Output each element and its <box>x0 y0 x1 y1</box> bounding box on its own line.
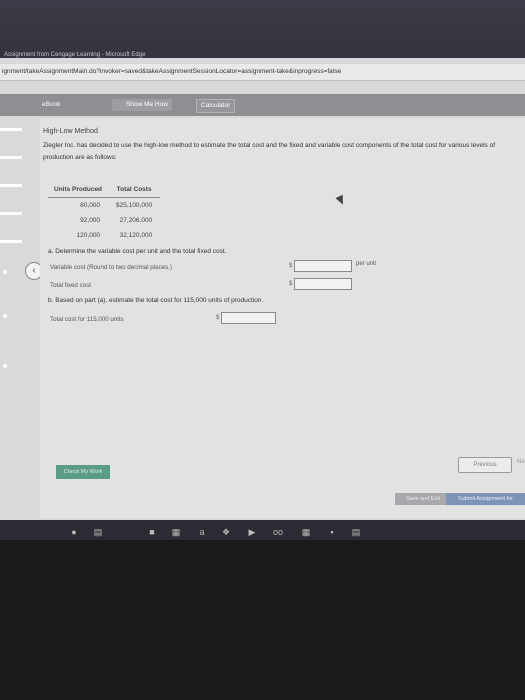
sidebar-dot[interactable] <box>3 270 7 274</box>
taskbar-app-icon[interactable]: ■ <box>146 526 158 538</box>
problem-text: Ziegler Inc. has decided to use the high… <box>43 142 496 161</box>
variable-cost-input[interactable] <box>294 260 352 272</box>
dollar-sign: $ <box>289 263 293 269</box>
calculator-button[interactable]: Calculator <box>196 99 236 113</box>
units-cell: 92,000 <box>80 217 101 224</box>
fixed-cost-label: Total fixed cost <box>50 282 91 289</box>
taskbar-amazon-icon[interactable]: a <box>196 526 208 538</box>
cost-cell: $25,100,000 <box>116 202 153 209</box>
taskbar-grid-icon[interactable]: ▦ <box>300 526 312 538</box>
taskbar-pin-icon[interactable]: ● <box>68 526 80 538</box>
assignment-toolbar: eBook Show Me How Calculator <box>0 94 525 116</box>
total-cost-input[interactable] <box>221 312 276 324</box>
taskbar-arrow-icon[interactable]: ▶ <box>246 526 258 538</box>
units-cell: 120,000 <box>76 232 101 239</box>
table-header-units: Units Produced <box>48 182 109 198</box>
table-header-costs: Total Costs <box>108 182 161 198</box>
question-sidebar <box>0 116 26 416</box>
taskbar-store-icon[interactable]: ▦ <box>170 526 182 538</box>
part-a-prompt: a. Determine the variable cost per unit … <box>48 248 227 255</box>
screen: Assignment from Cengage Learning - Micro… <box>0 0 525 540</box>
fixed-cost-input[interactable] <box>294 278 352 290</box>
units-cell: 80,000 <box>80 202 101 209</box>
submit-assignment-button[interactable]: Submit Assignment for <box>446 493 525 505</box>
taskbar-dropbox-icon[interactable]: ❖ <box>220 526 232 538</box>
table-row: 120,000 32,120,000 <box>48 228 160 243</box>
taskbar: ● ▤ ■ ▦ a ❖ ▶ oo ▦ ▪ ▤ <box>0 520 525 540</box>
address-bar[interactable]: ignment/takeAssignmentMain.do?invoker=sa… <box>0 64 525 81</box>
show-me-how-button[interactable]: Show Me How <box>112 99 172 111</box>
taskbar-window-icon[interactable]: ▤ <box>92 526 104 538</box>
sidebar-dot[interactable] <box>3 364 7 368</box>
table-row: 92,000 27,206,000 <box>48 213 160 228</box>
dollar-sign: $ <box>216 315 220 321</box>
table-row: 80,000 $25,100,000 <box>48 198 160 214</box>
cost-cell: 32,120,000 <box>119 232 153 239</box>
url-text: ignment/takeAssignmentMain.do?invoker=sa… <box>2 68 342 75</box>
dollar-sign: $ <box>289 281 293 287</box>
taskbar-media-icon[interactable]: ▪ <box>326 526 338 538</box>
sidebar-dot[interactable] <box>3 314 7 318</box>
cost-cell: 27,206,000 <box>119 217 153 224</box>
save-and-exit-button[interactable]: Save and Exit <box>395 493 451 505</box>
part-b-prompt: b. Based on part (a), estimate the total… <box>48 297 264 304</box>
sidebar-item[interactable] <box>0 184 22 187</box>
browser-titlebar: Assignment from Cengage Learning - Micro… <box>0 0 525 58</box>
question-panel: High-Low Method Ziegler Inc. has decided… <box>40 118 525 518</box>
sidebar-item[interactable] <box>0 212 22 215</box>
total-cost-label: Total cost for 115,000 units <box>50 316 124 323</box>
sidebar-item[interactable] <box>0 240 22 243</box>
next-button[interactable]: Ne <box>517 459 525 465</box>
problem-heading: High-Low Method <box>43 128 98 135</box>
per-unit-label: per unit <box>356 261 377 267</box>
ebook-button[interactable]: eBook <box>38 99 64 111</box>
window-title: Assignment from Cengage Learning - Micro… <box>4 52 146 58</box>
taskbar-doc-icon[interactable]: ▤ <box>350 526 362 538</box>
sidebar-item[interactable] <box>0 128 22 131</box>
check-my-work-button[interactable]: Check My Work <box>56 465 110 479</box>
taskbar-flickr-icon[interactable]: oo <box>272 526 284 538</box>
previous-button[interactable]: Previous <box>458 457 512 473</box>
variable-cost-label: Variable cost (Round to two decimal plac… <box>50 264 172 271</box>
sidebar-item[interactable] <box>0 156 22 159</box>
cost-table: Units Produced Total Costs 80,000 $25,10… <box>48 182 161 243</box>
